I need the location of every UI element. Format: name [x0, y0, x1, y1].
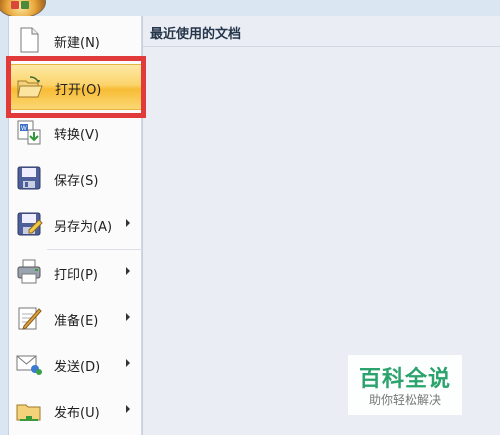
svg-text:W: W	[21, 126, 27, 132]
open-folder-icon	[17, 76, 43, 98]
menu-item-label: 保存(S)	[54, 174, 99, 189]
menu-item-send[interactable]: 发送(D)	[9, 342, 142, 388]
submenu-arrow-icon	[126, 267, 130, 275]
office-menu-window: 新建(N) 打开(O) W 转换(V) 保存(S) 另存为(A) 打印(P) 准…	[0, 0, 500, 435]
menu-item-print[interactable]: 打印(P)	[9, 250, 142, 296]
submenu-arrow-icon	[126, 359, 130, 367]
menu-item-convert[interactable]: W 转换(V)	[9, 110, 142, 156]
submenu-arrow-icon	[126, 405, 130, 413]
publish-icon	[16, 404, 41, 421]
submenu-arrow-icon	[126, 219, 130, 227]
watermark: 百科全说 助你轻松解决	[348, 355, 462, 415]
menu-item-label: 发布(U)	[54, 406, 100, 421]
menu-item-label: 另存为(A)	[54, 220, 113, 235]
save-as-icon	[17, 212, 43, 236]
prepare-icon	[18, 307, 42, 330]
menu-item-publish[interactable]: 发布(U)	[9, 388, 142, 434]
save-icon	[17, 166, 41, 190]
submenu-arrow-icon	[126, 313, 130, 321]
file-menu-commands: 新建(N) 打开(O) W 转换(V) 保存(S) 另存为(A) 打印(P) 准…	[8, 16, 142, 435]
office-logo-tile	[21, 1, 29, 9]
convert-icon: W	[17, 120, 41, 145]
menu-item-save[interactable]: 保存(S)	[9, 156, 142, 202]
menu-item-prepare[interactable]: 准备(E)	[9, 296, 142, 342]
recent-documents-header: 最近使用的文档	[143, 16, 500, 47]
print-icon	[17, 259, 41, 284]
menu-item-save-as[interactable]: 另存为(A)	[9, 202, 142, 248]
menu-item-label: 打印(P)	[54, 268, 98, 283]
new-document-icon	[20, 27, 39, 53]
watermark-tagline: 助你轻松解决	[368, 393, 441, 407]
menu-item-label: 转换(V)	[54, 128, 100, 143]
menu-item-label: 准备(E)	[54, 314, 99, 329]
menu-item-open[interactable]: 打开(O)	[9, 64, 142, 110]
menu-item-new[interactable]: 新建(N)	[9, 18, 142, 64]
send-icon	[16, 355, 42, 375]
watermark-brand: 百科全说	[358, 367, 451, 392]
office-logo-icon	[11, 1, 19, 9]
menu-item-label: 新建(N)	[54, 36, 100, 51]
menu-item-label: 打开(O)	[55, 83, 102, 98]
menu-item-label: 发送(D)	[54, 360, 101, 375]
recent-documents-title: 最近使用的文档	[150, 27, 242, 42]
